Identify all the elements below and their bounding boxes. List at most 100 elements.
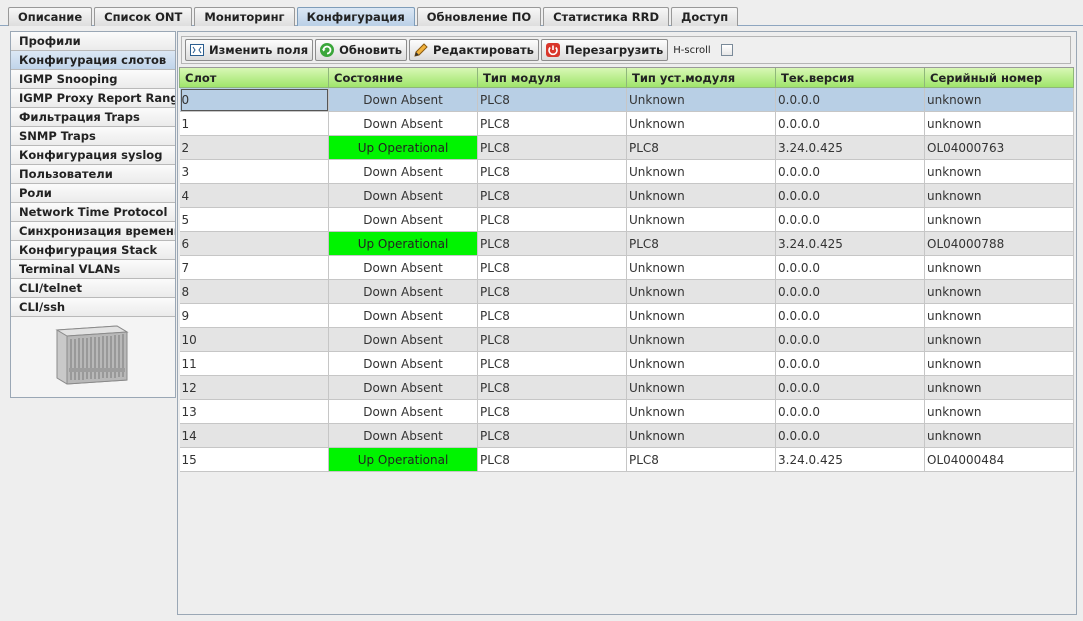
cell-state[interactable]: Up Operational [328, 447, 478, 472]
cell-slot[interactable]: 11 [179, 351, 329, 376]
cell-current-version[interactable]: 0.0.0.0 [775, 255, 925, 280]
tab-monitoring[interactable]: Мониторинг [194, 7, 295, 26]
cell-module-type[interactable]: PLC8 [477, 135, 627, 160]
table-row[interactable]: 2 Up Operational PLC8 PLC8 3.24.0.425 OL04000… [179, 135, 1074, 160]
table-row[interactable]: 8 Down Absent PLC8 Unknown 0.0.0.0 unknown [179, 279, 1074, 304]
cell-current-version[interactable]: 3.24.0.425 [775, 447, 925, 472]
column-header-installed-module-type[interactable]: Тип уст.модуля [626, 68, 776, 88]
cell-module-type[interactable]: PLC8 [477, 111, 627, 136]
cell-module-type[interactable]: PLC8 [477, 183, 627, 208]
cell-slot[interactable]: 15 [179, 447, 329, 472]
table-row[interactable]: 5 Down Absent PLC8 Unknown 0.0.0.0 unknown [179, 207, 1074, 232]
column-header-slot[interactable]: Слот [179, 68, 329, 88]
tab-access[interactable]: Доступ [671, 7, 739, 26]
table-row[interactable]: 1 Down Absent PLC8 Unknown 0.0.0.0 unknown [179, 111, 1074, 136]
tab-description[interactable]: Описание [8, 7, 93, 26]
cell-current-version[interactable]: 0.0.0.0 [775, 423, 925, 448]
cell-slot[interactable]: 3 [179, 159, 329, 184]
cell-current-version[interactable]: 0.0.0.0 [775, 327, 925, 352]
sidebar-item-syslog-config[interactable]: Конфигурация syslog [11, 146, 175, 165]
cell-serial-number[interactable]: unknown [924, 111, 1074, 136]
column-header-serial-number[interactable]: Серийный номер [924, 68, 1074, 88]
cell-serial-number[interactable]: unknown [924, 375, 1074, 400]
sidebar-item-cli-ssh[interactable]: CLI/ssh [11, 298, 175, 317]
cell-state[interactable]: Down Absent [328, 327, 478, 352]
edit-fields-button[interactable]: Изменить поля [185, 39, 314, 61]
cell-slot[interactable]: 10 [179, 327, 329, 352]
cell-serial-number[interactable]: unknown [924, 87, 1074, 112]
cell-module-type[interactable]: PLC8 [477, 279, 627, 304]
cell-installed-module-type[interactable]: Unknown [626, 207, 776, 232]
cell-current-version[interactable]: 0.0.0.0 [775, 183, 925, 208]
cell-current-version[interactable]: 0.0.0.0 [775, 279, 925, 304]
table-row[interactable]: 3 Down Absent PLC8 Unknown 0.0.0.0 unknown [179, 159, 1074, 184]
sidebar-item-users[interactable]: Пользователи [11, 165, 175, 184]
cell-current-version[interactable]: 3.24.0.425 [775, 135, 925, 160]
cell-installed-module-type[interactable]: PLC8 [626, 135, 776, 160]
cell-slot[interactable]: 0 [179, 87, 329, 112]
tab-ont-list[interactable]: Список ONT [94, 7, 193, 26]
cell-module-type[interactable]: PLC8 [477, 447, 627, 472]
cell-serial-number[interactable]: unknown [924, 159, 1074, 184]
cell-state[interactable]: Down Absent [328, 87, 478, 112]
sidebar-item-igmp-proxy-report-range[interactable]: IGMP Proxy Report Range [11, 89, 175, 108]
cell-module-type[interactable]: PLC8 [477, 255, 627, 280]
sidebar-item-profiles[interactable]: Профили [11, 32, 175, 51]
cell-slot[interactable]: 14 [179, 423, 329, 448]
sidebar-item-ntp[interactable]: Network Time Protocol [11, 203, 175, 222]
cell-installed-module-type[interactable]: PLC8 [626, 447, 776, 472]
column-header-module-type[interactable]: Тип модуля [477, 68, 627, 88]
cell-state[interactable]: Down Absent [328, 183, 478, 208]
sidebar-item-snmp-traps[interactable]: SNMP Traps [11, 127, 175, 146]
cell-current-version[interactable]: 0.0.0.0 [775, 87, 925, 112]
cell-slot[interactable]: 12 [179, 375, 329, 400]
cell-state[interactable]: Down Absent [328, 207, 478, 232]
cell-slot[interactable]: 2 [179, 135, 329, 160]
refresh-button[interactable]: Обновить [315, 39, 408, 61]
table-row[interactable]: 12 Down Absent PLC8 Unknown 0.0.0.0 unknown [179, 375, 1074, 400]
hscroll-checkbox[interactable] [720, 44, 733, 56]
cell-state[interactable]: Down Absent [328, 351, 478, 376]
cell-slot[interactable]: 8 [179, 279, 329, 304]
cell-module-type[interactable]: PLC8 [477, 423, 627, 448]
cell-module-type[interactable]: PLC8 [477, 351, 627, 376]
cell-module-type[interactable]: PLC8 [477, 303, 627, 328]
column-header-state[interactable]: Состояние [328, 68, 478, 88]
reboot-button[interactable]: Перезагрузить [540, 39, 669, 61]
cell-serial-number[interactable]: OL04000763 [924, 135, 1074, 160]
sidebar-item-roles[interactable]: Роли [11, 184, 175, 203]
cell-module-type[interactable]: PLC8 [477, 207, 627, 232]
cell-slot[interactable]: 9 [179, 303, 329, 328]
table-row[interactable]: 11 Down Absent PLC8 Unknown 0.0.0.0 unknown [179, 351, 1074, 376]
cell-serial-number[interactable]: unknown [924, 327, 1074, 352]
cell-module-type[interactable]: PLC8 [477, 399, 627, 424]
cell-current-version[interactable]: 0.0.0.0 [775, 399, 925, 424]
cell-installed-module-type[interactable]: Unknown [626, 87, 776, 112]
cell-installed-module-type[interactable]: Unknown [626, 159, 776, 184]
sidebar-item-stack-config[interactable]: Конфигурация Stack [11, 241, 175, 260]
cell-installed-module-type[interactable]: Unknown [626, 111, 776, 136]
cell-serial-number[interactable]: unknown [924, 207, 1074, 232]
cell-installed-module-type[interactable]: Unknown [626, 375, 776, 400]
sidebar-item-igmp-snooping[interactable]: IGMP Snooping [11, 70, 175, 89]
cell-current-version[interactable]: 3.24.0.425 [775, 231, 925, 256]
cell-state[interactable]: Down Absent [328, 279, 478, 304]
cell-state[interactable]: Up Operational [328, 231, 478, 256]
cell-serial-number[interactable]: unknown [924, 351, 1074, 376]
cell-installed-module-type[interactable]: Unknown [626, 351, 776, 376]
sidebar-item-terminal-vlans[interactable]: Terminal VLANs [11, 260, 175, 279]
cell-serial-number[interactable]: OL04000484 [924, 447, 1074, 472]
cell-state[interactable]: Down Absent [328, 303, 478, 328]
cell-state[interactable]: Up Operational [328, 135, 478, 160]
cell-serial-number[interactable]: unknown [924, 423, 1074, 448]
cell-current-version[interactable]: 0.0.0.0 [775, 351, 925, 376]
tab-configuration[interactable]: Конфигурация [296, 7, 415, 26]
table-row[interactable]: 14 Down Absent PLC8 Unknown 0.0.0.0 unknown [179, 423, 1074, 448]
cell-installed-module-type[interactable]: Unknown [626, 303, 776, 328]
cell-installed-module-type[interactable]: Unknown [626, 255, 776, 280]
edit-button[interactable]: Редактировать [409, 39, 539, 61]
cell-state[interactable]: Down Absent [328, 255, 478, 280]
cell-installed-module-type[interactable]: Unknown [626, 423, 776, 448]
cell-current-version[interactable]: 0.0.0.0 [775, 111, 925, 136]
cell-state[interactable]: Down Absent [328, 159, 478, 184]
